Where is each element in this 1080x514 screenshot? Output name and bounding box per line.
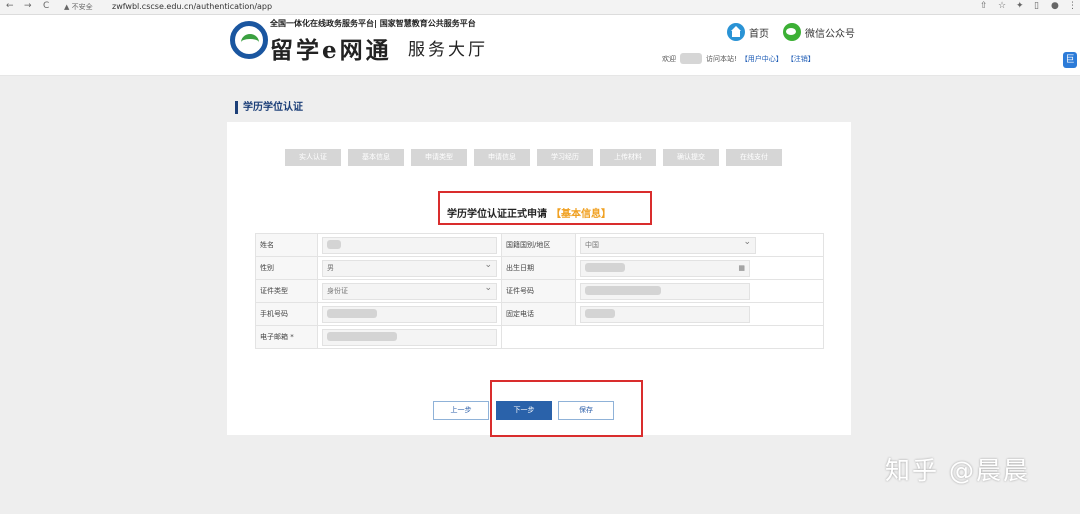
redacted-value bbox=[585, 263, 625, 272]
mobile-label: 手机号码 bbox=[255, 302, 318, 326]
home-link[interactable]: 首页 bbox=[727, 23, 769, 41]
step-application-type[interactable]: 申请类型 bbox=[411, 149, 467, 166]
address-bar[interactable]: zwfwbl.cscse.edu.cn/authentication/app bbox=[112, 2, 272, 11]
phone-field[interactable] bbox=[580, 305, 750, 323]
redacted-value bbox=[327, 332, 397, 341]
birth-date-field[interactable] bbox=[580, 259, 750, 277]
table-row: 姓名 国籍国别/地区 中国 bbox=[255, 233, 824, 257]
brand-name: 留学e网通 bbox=[270, 37, 392, 64]
table-row: 性别 男 出生日期 bbox=[255, 256, 824, 280]
buttons-highlight-box bbox=[490, 380, 643, 437]
step-bar: 实人认证 基本信息 申请类型 申请信息 学习经历 上传材料 确认提交 在线支付 bbox=[285, 149, 782, 166]
id-number-cell bbox=[575, 279, 824, 303]
redacted-username bbox=[680, 53, 702, 64]
sidebar-icon[interactable]: ▯ bbox=[1034, 1, 1039, 11]
mobile-cell bbox=[317, 302, 502, 326]
step-application-info[interactable]: 申请信息 bbox=[474, 149, 530, 166]
country-select[interactable]: 中国 bbox=[580, 235, 756, 254]
back-arrow-icon[interactable]: ← bbox=[6, 1, 14, 11]
browser-toolbar: ← → C ▲ 不安全 zwfwbl.cscse.edu.cn/authenti… bbox=[0, 0, 1080, 15]
site-header: 全国一体化在线政务服务平台| 国家智慧教育公共服务平台 留学e网通 服务大厅 首… bbox=[0, 15, 1080, 76]
name-field[interactable] bbox=[322, 236, 497, 254]
share-icon[interactable]: ⇧ bbox=[980, 1, 988, 11]
logout-link[interactable]: 【注销】 bbox=[787, 54, 815, 64]
forward-arrow-icon[interactable]: → bbox=[24, 1, 32, 11]
gender-cell: 男 bbox=[317, 256, 502, 280]
redacted-value bbox=[585, 309, 615, 318]
birth-date-cell bbox=[575, 256, 824, 280]
side-float-button[interactable]: 巨 bbox=[1063, 52, 1077, 68]
phone-cell bbox=[575, 302, 824, 326]
menu-icon[interactable]: ⋮ bbox=[1068, 1, 1077, 11]
empty-cell bbox=[575, 325, 824, 349]
table-row: 证件类型 身份证 证件号码 bbox=[255, 279, 824, 303]
country-cell: 中国 bbox=[575, 233, 824, 257]
mobile-field[interactable] bbox=[322, 305, 497, 323]
extensions-icon[interactable]: ✦ bbox=[1016, 1, 1024, 11]
phone-label: 固定电话 bbox=[501, 302, 576, 326]
id-number-label: 证件号码 bbox=[501, 279, 576, 303]
home-icon bbox=[727, 23, 745, 41]
home-label: 首页 bbox=[749, 28, 769, 40]
step-study-history[interactable]: 学习经历 bbox=[537, 149, 593, 166]
section-title: 学历学位认证 bbox=[235, 101, 303, 114]
reload-icon[interactable]: C bbox=[43, 1, 49, 11]
wechat-icon bbox=[783, 23, 801, 41]
id-type-cell: 身份证 bbox=[317, 279, 502, 303]
welcome-row: 欢迎 访问本站! 【用户中心】 【注销】 bbox=[662, 53, 815, 64]
redacted-value bbox=[327, 240, 341, 249]
email-cell bbox=[317, 325, 502, 349]
heading-highlight-box bbox=[438, 191, 652, 225]
basic-info-table: 姓名 国籍国别/地区 中国 性别 男 出生日期 证件类型 身份证 证件号码 手机… bbox=[255, 233, 824, 349]
id-type-label: 证件类型 bbox=[255, 279, 318, 303]
zhihu-watermark: 知乎 @晨晨 bbox=[885, 456, 1030, 485]
platform-line: 全国一体化在线政务服务平台| 国家智慧教育公共服务平台 bbox=[270, 19, 476, 28]
redacted-value bbox=[327, 309, 377, 318]
gender-label: 性别 bbox=[255, 256, 318, 280]
step-confirm-submit[interactable]: 确认提交 bbox=[663, 149, 719, 166]
name-cell bbox=[317, 233, 502, 257]
gender-select[interactable]: 男 bbox=[322, 258, 497, 277]
site-logo-icon[interactable] bbox=[230, 21, 268, 59]
step-basic-info[interactable]: 基本信息 bbox=[348, 149, 404, 166]
empty-cell bbox=[501, 325, 576, 349]
country-label: 国籍国别/地区 bbox=[501, 233, 576, 257]
name-label: 姓名 bbox=[255, 233, 318, 257]
step-online-payment[interactable]: 在线支付 bbox=[726, 149, 782, 166]
table-row: 电子邮箱 * bbox=[255, 325, 824, 349]
wechat-label: 微信公众号 bbox=[805, 28, 855, 40]
security-warning[interactable]: ▲ 不安全 bbox=[64, 2, 93, 12]
hall-name: 服务大厅 bbox=[408, 40, 488, 60]
wechat-link[interactable]: 微信公众号 bbox=[783, 23, 855, 41]
birth-date-label: 出生日期 bbox=[501, 256, 576, 280]
prev-step-button[interactable]: 上一步 bbox=[433, 401, 489, 420]
email-field[interactable] bbox=[322, 328, 497, 346]
profile-icon[interactable]: ● bbox=[1051, 1, 1059, 11]
welcome-prefix: 欢迎 bbox=[662, 54, 676, 63]
step-upload-materials[interactable]: 上传材料 bbox=[600, 149, 656, 166]
id-type-select[interactable]: 身份证 bbox=[322, 281, 497, 300]
user-center-link[interactable]: 【用户中心】 bbox=[741, 54, 783, 64]
redacted-value bbox=[585, 286, 661, 295]
email-label: 电子邮箱 * bbox=[255, 325, 318, 349]
id-number-field[interactable] bbox=[580, 282, 750, 300]
table-row: 手机号码 固定电话 bbox=[255, 302, 824, 326]
star-icon[interactable]: ☆ bbox=[998, 1, 1006, 11]
welcome-suffix: 访问本站! bbox=[706, 54, 737, 63]
step-real-name-auth[interactable]: 实人认证 bbox=[285, 149, 341, 166]
